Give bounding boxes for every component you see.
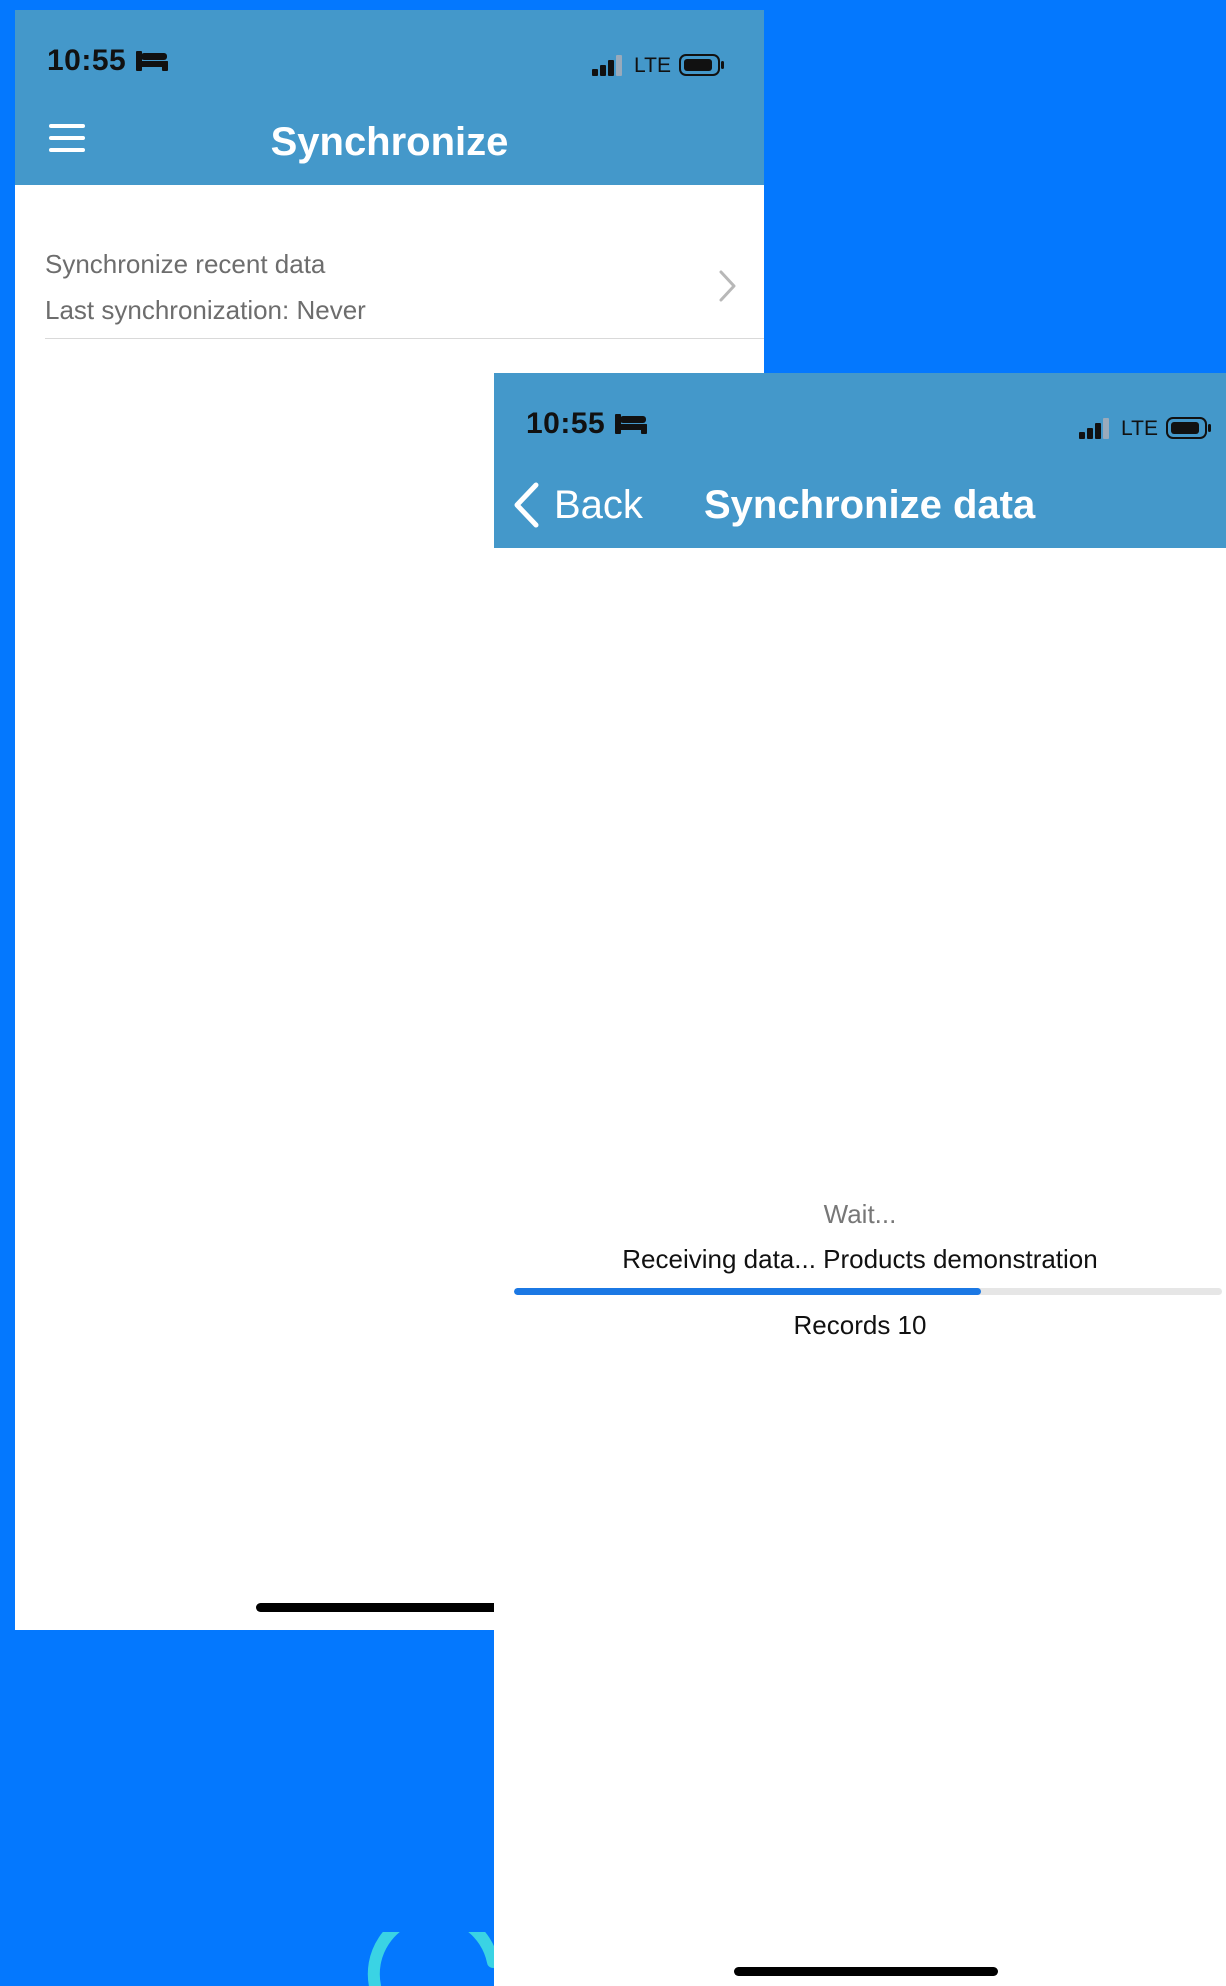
sync-status-message: Receiving data... Products demonstration <box>622 1244 1098 1274</box>
back-label: Back <box>554 482 643 527</box>
last-sync-status: Last synchronization: Never <box>45 295 366 325</box>
sync-progress-bar <box>514 1288 1222 1295</box>
app-header: 10:55 LTE Back Synchronize data <box>494 373 1226 548</box>
sync-item-title: Synchronize recent data <box>45 249 326 279</box>
home-indicator <box>734 1967 998 1976</box>
status-indicators: LTE <box>592 53 725 77</box>
list-divider <box>45 338 764 339</box>
status-indicators: LTE <box>1079 416 1212 440</box>
records-count: Records 10 <box>793 1310 927 1340</box>
wait-message: Wait... <box>823 1199 897 1229</box>
back-button[interactable]: Back <box>512 477 643 533</box>
status-time: 10:55 <box>47 44 127 77</box>
network-type: LTE <box>634 53 671 77</box>
sync-progress-fill <box>514 1288 982 1295</box>
app-header: 10:55 LTE Synchronize <box>15 10 764 185</box>
signal-bars-icon <box>592 55 622 76</box>
status-time: 10:55 <box>526 407 606 440</box>
sleep-bed-icon <box>136 51 168 71</box>
home-indicator <box>256 1603 506 1612</box>
page-title: Synchronize <box>270 120 509 164</box>
sleep-bed-icon <box>615 414 647 434</box>
chevron-left-icon <box>514 482 539 528</box>
battery-icon <box>1165 417 1211 439</box>
loading-spinner-icon <box>367 1932 495 1986</box>
page-title: Synchronize data <box>704 483 1036 527</box>
synchronize-data-screen: 10:55 LTE Back Synchronize data Wait... … <box>494 373 1226 1986</box>
chevron-right-icon <box>719 270 736 302</box>
battery-icon <box>678 54 724 76</box>
signal-bars-icon <box>1079 418 1109 439</box>
network-type: LTE <box>1121 416 1158 440</box>
sync-recent-data-item[interactable]: Synchronize recent data Last synchroniza… <box>15 185 764 339</box>
